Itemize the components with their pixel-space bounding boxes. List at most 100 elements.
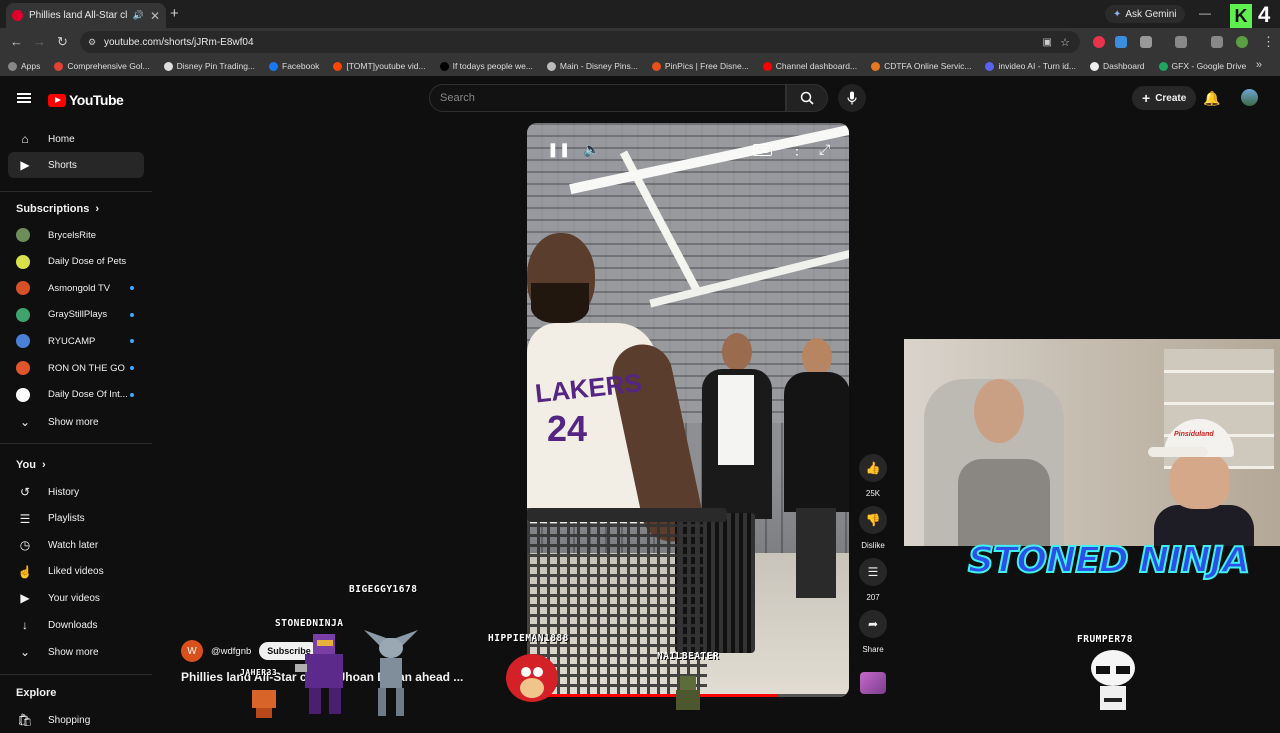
bookmark-label: Comprehensive Gol...: [67, 61, 150, 71]
bookmark-item[interactable]: Apps: [8, 61, 40, 71]
url-field[interactable]: ⚙ youtube.com/shorts/jJRm-E8wf04 ▣ ☆: [80, 31, 1080, 53]
account-avatar[interactable]: [1241, 89, 1258, 106]
search-input[interactable]: Search: [429, 84, 786, 112]
channel-name[interactable]: @wdfgnb: [211, 646, 251, 657]
url-text: youtube.com/shorts/jJRm-E8wf04: [104, 36, 254, 48]
subscription-item[interactable]: RON ON THE GO: [16, 355, 146, 381]
reload-icon[interactable]: ↻: [57, 34, 68, 50]
bookmark-star-icon[interactable]: ☆: [1060, 36, 1070, 49]
bookmark-label: Facebook: [282, 61, 320, 71]
extension-icon-1[interactable]: [1093, 36, 1105, 48]
like-count: 25K: [865, 489, 881, 498]
sidebar-item-watch-later[interactable]: ◷ Watch later: [8, 532, 144, 558]
chat-name-3: HIPPIEMAN1888: [488, 633, 569, 644]
tab-audio-icon[interactable]: 🔊: [133, 10, 144, 21]
youtube-logo[interactable]: YouTube: [48, 92, 124, 108]
show-more-subscriptions[interactable]: ⌄ Show more: [8, 409, 144, 435]
subscription-item[interactable]: GrayStillPlays: [16, 302, 146, 328]
webcam-person-right: Pinsiduland: [1148, 419, 1254, 546]
subscription-item[interactable]: RYUCAMP: [16, 328, 146, 354]
bookmark-label: CDTFA Online Servic...: [884, 61, 972, 71]
bookmark-item[interactable]: invideo AI - Turn id...: [985, 61, 1076, 71]
sidebar-item-downloads[interactable]: ↓ Downloads: [8, 612, 144, 638]
share-button[interactable]: ➦ Share: [855, 610, 891, 654]
new-tab-icon[interactable]: +: [170, 5, 179, 22]
browser-menu-icon[interactable]: ⋮: [1262, 34, 1275, 50]
sidebar-item-your-videos[interactable]: ▶ Your videos: [8, 585, 144, 611]
sidebar-item-shorts[interactable]: ▶ Shorts: [8, 152, 144, 178]
subscription-item[interactable]: Daily Dose of Pets: [16, 249, 146, 275]
bookmark-item[interactable]: GFX - Google Drive: [1158, 61, 1247, 71]
bookmark-item[interactable]: Main - Disney Pins...: [546, 61, 638, 71]
shopping-cart-handle: [527, 508, 727, 522]
bookmark-item[interactable]: PinPics | Free Disne...: [651, 61, 749, 71]
notifications-bell-icon[interactable]: 🔔: [1203, 90, 1220, 107]
bookmark-label: [TOMT]youtube vid...: [346, 61, 426, 71]
fullscreen-icon[interactable]: ⤢: [819, 141, 830, 158]
bookmark-item[interactable]: Comprehensive Gol...: [54, 61, 150, 71]
show-more-you[interactable]: ⌄ Show more: [8, 639, 144, 665]
forward-icon[interactable]: →: [33, 34, 46, 49]
search-button[interactable]: [786, 84, 828, 112]
bookmark-item[interactable]: Facebook: [269, 61, 319, 71]
extensions-puzzle-icon[interactable]: [1140, 36, 1152, 48]
comments-button[interactable]: ☰ 207: [855, 558, 891, 602]
sidebar-item-history[interactable]: ↺ History: [8, 479, 144, 505]
explore-heading-label: Explore: [16, 687, 57, 699]
sidebar-item-liked-videos[interactable]: ☝ Liked videos: [8, 559, 144, 585]
dislike-button[interactable]: 👎 Dislike: [855, 506, 891, 550]
youtube-favicon-icon: [12, 10, 23, 21]
create-button[interactable]: + Create: [1132, 86, 1197, 110]
new-content-dot: [130, 366, 134, 370]
like-button[interactable]: 👍 25K: [855, 454, 891, 498]
pause-icon[interactable]: ❚❚: [547, 141, 570, 158]
sidebar-item-label: History: [48, 486, 80, 498]
tab-close-icon[interactable]: ✕: [150, 9, 160, 23]
subscriptions-heading[interactable]: Subscriptions ›: [16, 203, 99, 215]
ask-gemini-button[interactable]: ✦ Ask Gemini: [1105, 5, 1185, 23]
bookmark-favicon-icon: [8, 61, 17, 71]
sidebar-panel-icon[interactable]: [1175, 36, 1187, 48]
minimize-icon[interactable]: —: [1199, 6, 1211, 20]
more-options-icon[interactable]: ⋮: [790, 141, 804, 158]
reading-list-icon[interactable]: [1211, 36, 1223, 48]
subscription-item[interactable]: BrycelsRite: [16, 222, 146, 248]
bookmark-item[interactable]: CDTFA Online Servic...: [871, 61, 971, 71]
profile-icon[interactable]: [1236, 36, 1248, 48]
bookmark-label: invideo AI - Turn id...: [998, 61, 1076, 71]
you-heading[interactable]: You ›: [16, 459, 46, 471]
sound-thumbnail[interactable]: [860, 672, 886, 694]
extension-icon-2[interactable]: [1115, 36, 1127, 48]
browser-tab-active[interactable]: Phillies land All-Star closer 🔊 ✕: [6, 3, 166, 28]
hamburger-menu-icon[interactable]: [17, 93, 31, 103]
sidebar-item-playlists[interactable]: ☰ Playlists: [8, 506, 144, 532]
new-content-dot: [130, 312, 134, 317]
cast-icon[interactable]: ▣: [1043, 37, 1052, 48]
bookmark-favicon-icon: [439, 61, 449, 71]
subscription-avatar: [16, 361, 30, 375]
sidebar-item-shopping[interactable]: 🛍 Shopping: [8, 707, 144, 733]
chat-name-5: FRUMPER78: [1077, 634, 1133, 645]
subscription-item[interactable]: Asmongold TV: [16, 275, 146, 301]
channel-avatar[interactable]: W: [181, 640, 203, 662]
back-icon[interactable]: ←: [10, 34, 23, 49]
sidebar-item-home[interactable]: ⌂ Home: [8, 126, 144, 152]
volume-icon[interactable]: 🔈: [583, 141, 600, 158]
chevron-right-icon: ›: [41, 459, 46, 471]
site-info-icon[interactable]: ⚙: [88, 37, 96, 48]
sidebar-item-label: Shopping: [48, 714, 91, 726]
short-video-player[interactable]: LAKERS 24 ❚❚ 🔈 CC ⋮ ⤢: [527, 123, 849, 697]
bookmark-item[interactable]: Channel dashboard...: [762, 61, 858, 71]
captions-icon[interactable]: CC: [753, 144, 772, 156]
sidebar-item-label: Your videos: [48, 592, 100, 604]
bookmark-item[interactable]: If todays people we...: [439, 61, 533, 71]
voice-search-button[interactable]: [838, 84, 866, 112]
bookmark-label: Channel dashboard...: [775, 61, 858, 71]
bookmarks-overflow-icon[interactable]: »: [1256, 59, 1262, 71]
bookmark-item[interactable]: [TOMT]youtube vid...: [333, 61, 426, 71]
bookmark-item[interactable]: Dashboard: [1089, 61, 1145, 71]
bookmark-item[interactable]: Disney Pin Trading...: [163, 61, 255, 71]
subscription-item[interactable]: Daily Dose Of Int...: [16, 382, 146, 408]
bookmark-label: Dashboard: [1102, 61, 1145, 71]
bookmark-label: GFX - Google Drive: [1171, 61, 1247, 71]
